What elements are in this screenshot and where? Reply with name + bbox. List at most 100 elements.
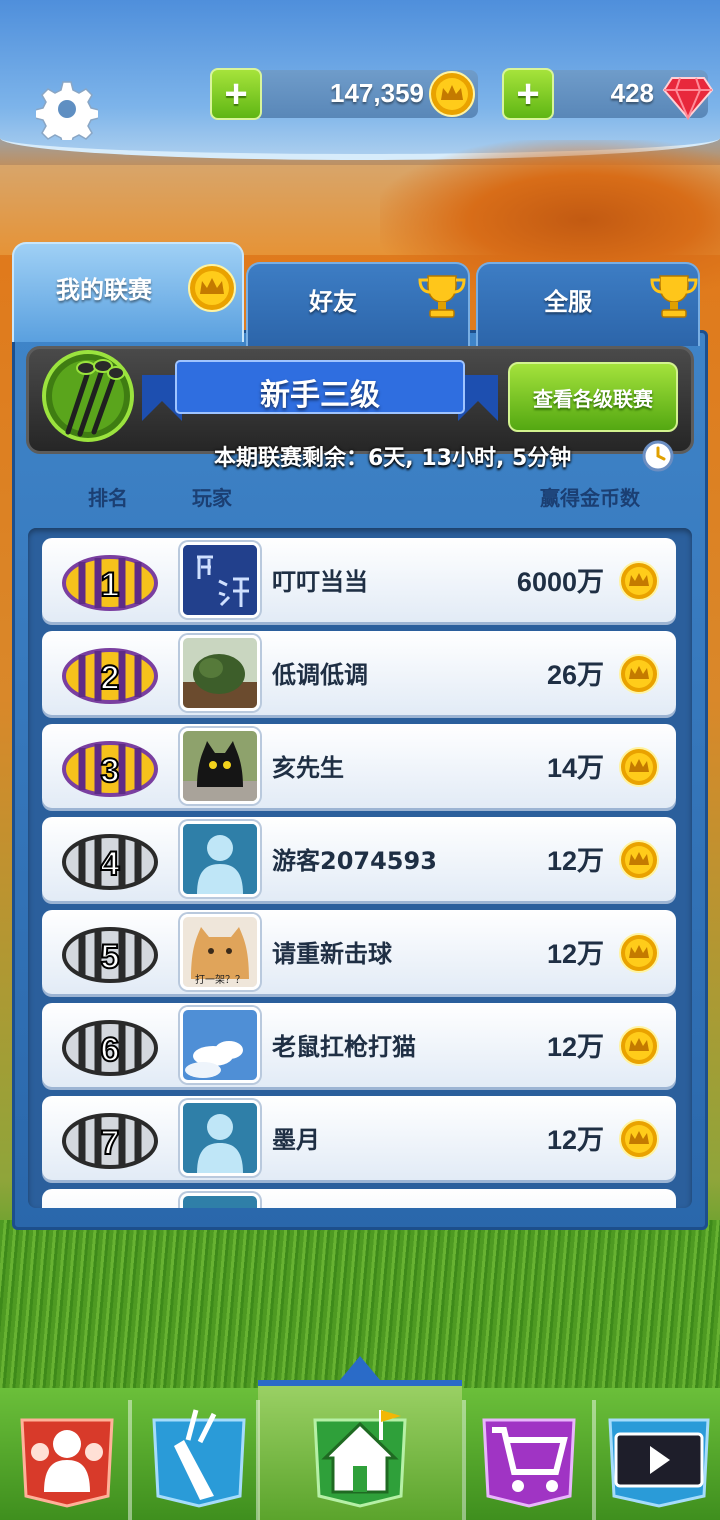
player-score: 12万 bbox=[546, 1032, 604, 1062]
bush-avatar bbox=[183, 638, 257, 708]
default-avatar-icon bbox=[183, 824, 257, 894]
gold-rank-badge-icon: 2 bbox=[62, 648, 158, 704]
rank-number: 7 bbox=[101, 1124, 120, 1162]
leaderboard-row[interactable]: 4 游客2074593 12万 bbox=[42, 817, 676, 901]
player-score: 14万 bbox=[546, 753, 604, 783]
player-score: 6000万 bbox=[516, 567, 604, 597]
crown-coin-icon bbox=[619, 840, 659, 880]
plus-icon: + bbox=[516, 72, 540, 116]
nav-friends-button[interactable] bbox=[12, 1400, 122, 1510]
buy-coins-button[interactable]: + bbox=[210, 68, 262, 120]
rank-number: 5 bbox=[101, 938, 120, 976]
silver-rank-badge-icon: 6 bbox=[62, 1020, 158, 1076]
trophy-icon bbox=[418, 275, 466, 318]
home-icon bbox=[313, 1410, 407, 1508]
gold-rank-badge-icon: 1 bbox=[62, 555, 158, 611]
leaderboard-row[interactable]: 7 墨月 12万 bbox=[42, 1096, 676, 1180]
league-countdown: 本期联赛剩余：6天, 13小时, 5分钟 bbox=[214, 446, 572, 471]
leaderboard-row[interactable]: 2 低调低调 26万 bbox=[42, 631, 676, 715]
gem-amount: 428 bbox=[610, 78, 654, 108]
avatar bbox=[180, 1100, 260, 1176]
nav-golf-bag-button[interactable] bbox=[144, 1400, 254, 1510]
nav-divider bbox=[462, 1400, 466, 1520]
golf-bag-icon bbox=[152, 1409, 246, 1508]
nav-home-button[interactable] bbox=[305, 1400, 415, 1510]
leaderboard-row[interactable]: 5 打一架？？ 请重新击球 12万 bbox=[42, 910, 676, 994]
player-name: 请重新击球 bbox=[272, 940, 392, 968]
crown-coin-icon bbox=[619, 1119, 659, 1159]
silver-rank-badge-icon: 7 bbox=[62, 1113, 158, 1169]
nav-divider bbox=[256, 1400, 260, 1520]
player-score: 12万 bbox=[546, 939, 604, 969]
rank-number: 3 bbox=[101, 752, 120, 790]
crown-coin-icon bbox=[619, 747, 659, 787]
player-score: 12万 bbox=[546, 1125, 604, 1155]
tab-global[interactable]: 全服 bbox=[476, 262, 700, 346]
crown-coin-icon bbox=[619, 933, 659, 973]
silver-rank-badge-icon: 4 bbox=[62, 834, 158, 890]
rank-number: 4 bbox=[101, 845, 120, 883]
avatar bbox=[180, 542, 260, 618]
settings-button[interactable] bbox=[36, 78, 98, 140]
league-name: 新手三级 bbox=[260, 378, 380, 413]
avatar bbox=[180, 728, 260, 804]
leaderboard-row[interactable]: 3 亥先生 14万 bbox=[42, 724, 676, 808]
trophy-icon bbox=[650, 275, 698, 318]
rank-number: 1 bbox=[101, 566, 120, 604]
tab-label: 好友 bbox=[309, 288, 357, 316]
avatar bbox=[180, 635, 260, 711]
nav-replay-button[interactable] bbox=[604, 1400, 714, 1510]
view-leagues-button[interactable]: 查看各级联赛 bbox=[508, 362, 678, 432]
avatar-caption: 打一架？？ bbox=[195, 973, 245, 986]
player-name: 老鼠扛枪打猫 bbox=[272, 1033, 416, 1061]
column-header-player: 玩家 bbox=[192, 486, 232, 510]
tab-label: 全服 bbox=[544, 288, 592, 316]
rank-number: 6 bbox=[101, 1031, 120, 1069]
nav-divider bbox=[128, 1400, 132, 1520]
column-header-rank: 排名 bbox=[88, 486, 128, 510]
buy-gems-button[interactable]: + bbox=[502, 68, 554, 120]
crown-coin-icon bbox=[619, 1026, 659, 1066]
video-replay-icon bbox=[608, 1418, 710, 1508]
crown-coin-icon bbox=[429, 71, 475, 117]
leaderboard-list[interactable]: 1 叮叮当当 6000万 2 低调低调 26万 3 亥先生 14万 4 游客20… bbox=[28, 528, 692, 1208]
tab-friends[interactable]: 好友 bbox=[246, 262, 470, 346]
ruby-gem-icon bbox=[662, 77, 714, 120]
avatar bbox=[180, 821, 260, 897]
nav-shop-button[interactable] bbox=[474, 1400, 584, 1510]
coin-amount: 147,359 bbox=[330, 78, 424, 108]
plus-icon: + bbox=[224, 72, 248, 116]
friends-icon bbox=[20, 1418, 114, 1508]
golf-clubs-badge-icon bbox=[42, 350, 134, 442]
gear-icon bbox=[36, 81, 98, 140]
leaderboard-row[interactable]: 1 叮叮当当 6000万 bbox=[42, 538, 676, 622]
player-score: 26万 bbox=[546, 660, 604, 690]
coin-counter: + 147,359 bbox=[210, 68, 478, 120]
crown-coin-icon bbox=[188, 264, 236, 312]
player-name: 墨月 bbox=[272, 1126, 320, 1154]
column-header-coins: 赢得金币数 bbox=[540, 486, 640, 510]
player-score: 12万 bbox=[546, 846, 604, 876]
clock-icon bbox=[642, 440, 674, 472]
black-cat-avatar bbox=[183, 731, 257, 801]
leaderboard-row-partial[interactable] bbox=[42, 1189, 676, 1208]
crown-coin-icon bbox=[619, 561, 659, 601]
nav-divider bbox=[592, 1400, 596, 1520]
tab-label: 我的联赛 bbox=[56, 276, 152, 304]
nav-selected-arrow-icon bbox=[340, 1356, 380, 1380]
avatar bbox=[180, 1007, 260, 1083]
tab-my-league[interactable]: 我的联赛 bbox=[12, 242, 244, 342]
player-name: 叮叮当当 bbox=[272, 568, 368, 596]
avatar: 打一架？？ bbox=[180, 914, 260, 990]
silver-rank-badge-icon: 5 bbox=[62, 927, 158, 983]
orange-cat-avatar: 打一架？？ bbox=[183, 917, 257, 987]
rank-number: 2 bbox=[101, 659, 120, 697]
calligraphy-avatar bbox=[183, 545, 257, 615]
player-name: 低调低调 bbox=[272, 661, 368, 689]
crown-coin-icon bbox=[619, 654, 659, 694]
gold-rank-badge-icon: 3 bbox=[62, 741, 158, 797]
player-name: 游客2074593 bbox=[272, 847, 437, 875]
default-avatar-icon bbox=[183, 1103, 257, 1173]
avatar bbox=[180, 1193, 260, 1208]
leaderboard-row[interactable]: 6 老鼠扛枪打猫 12万 bbox=[42, 1003, 676, 1087]
